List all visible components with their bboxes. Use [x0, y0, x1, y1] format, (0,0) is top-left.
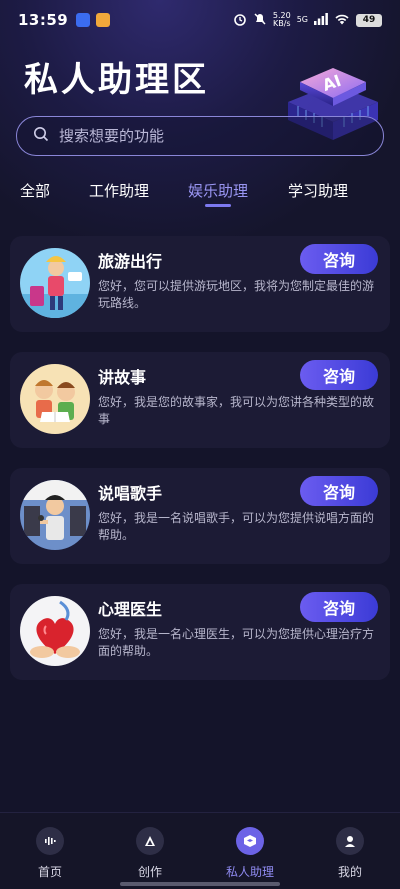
search-input[interactable] — [59, 127, 359, 145]
bottom-navigation: 首页 创作 私人助理 我的 — [0, 812, 400, 889]
story-avatar — [20, 364, 90, 434]
profile-icon — [336, 827, 364, 855]
heart-avatar — [20, 596, 90, 666]
card-title: 旅游出行 — [98, 252, 163, 271]
network-speed-unit: KB/s — [272, 19, 291, 28]
nav-label: 我的 — [337, 865, 362, 879]
nav-profile[interactable]: 我的 — [315, 827, 385, 880]
nav-label: 创作 — [137, 865, 162, 879]
assistant-icon — [236, 827, 264, 855]
status-time: 13:59 — [18, 11, 69, 29]
consult-button[interactable]: 咨询 — [300, 360, 378, 390]
network-speed: 5.20 KB/s — [273, 12, 291, 28]
card-title: 讲故事 — [98, 368, 147, 387]
create-icon — [136, 827, 164, 855]
consult-button[interactable]: 咨询 — [300, 476, 378, 506]
consult-button[interactable]: 咨询 — [300, 244, 378, 274]
app-notification-icon — [76, 13, 91, 27]
status-bar: 13:59 5.20 KB/s 5G 49 — [0, 0, 400, 40]
tab-study-assistant[interactable]: 学习助理 — [288, 180, 348, 201]
nav-label: 首页 — [37, 865, 62, 879]
status-indicators: 5.20 KB/s 5G 49 — [233, 12, 382, 29]
mute-icon — [253, 12, 267, 29]
page-title: 私人助理区 — [24, 60, 209, 100]
category-tabs: 全部 工作助理 娱乐助理 学习助理 — [0, 176, 400, 212]
nav-private-assistant[interactable]: 私人助理 — [215, 827, 285, 880]
nav-home[interactable]: 首页 — [15, 827, 85, 880]
tab-work-assistant[interactable]: 工作助理 — [89, 180, 149, 201]
card-title: 心理医生 — [98, 600, 163, 619]
wifi-icon — [334, 13, 350, 28]
search-icon — [33, 126, 49, 146]
nav-create[interactable]: 创作 — [115, 827, 185, 880]
assistant-card-story[interactable]: 讲故事 您好，我是您的故事家，我可以为您讲各种类型的故事 咨询 — [10, 352, 390, 448]
assistant-card-travel[interactable]: 旅游出行 您好，您可以提供游玩地区，我将为您制定最佳的游玩路线。 咨询 — [10, 236, 390, 332]
app-notification-icon-2 — [96, 13, 111, 27]
tab-entertainment-assistant[interactable]: 娱乐助理 — [188, 180, 248, 201]
card-description: 您好，我是一名心理医生，可以为您提供心理治疗方面的帮助。 — [98, 627, 375, 658]
assistant-card-rapper[interactable]: 说唱歌手 您好，我是一名说唱歌手，可以为您提供说唱方面的帮助。 咨询 — [10, 468, 390, 564]
consult-button[interactable]: 咨询 — [300, 592, 378, 622]
home-icon — [36, 827, 64, 855]
card-description: 您好，我是您的故事家，我可以为您讲各种类型的故事 — [98, 395, 375, 426]
home-indicator — [120, 882, 280, 886]
tab-all[interactable]: 全部 — [20, 180, 50, 201]
assistant-card-psychologist[interactable]: 心理医生 您好，我是一名心理医生，可以为您提供心理治疗方面的帮助。 咨询 — [10, 584, 390, 680]
alarm-icon — [233, 12, 247, 29]
card-description: 您好，我是一名说唱歌手，可以为您提供说唱方面的帮助。 — [98, 511, 375, 542]
signal-bars-icon — [314, 12, 328, 28]
battery-indicator: 49 — [356, 13, 382, 27]
card-title: 说唱歌手 — [98, 484, 163, 503]
signal-label: 5G — [296, 15, 308, 24]
card-description: 您好，您可以提供游玩地区，我将为您制定最佳的游玩路线。 — [98, 279, 375, 310]
travel-avatar — [20, 248, 90, 318]
active-tab-indicator — [205, 204, 231, 207]
rapper-avatar — [20, 480, 90, 550]
nav-label: 私人助理 — [225, 865, 274, 879]
search-bar[interactable] — [16, 116, 384, 156]
